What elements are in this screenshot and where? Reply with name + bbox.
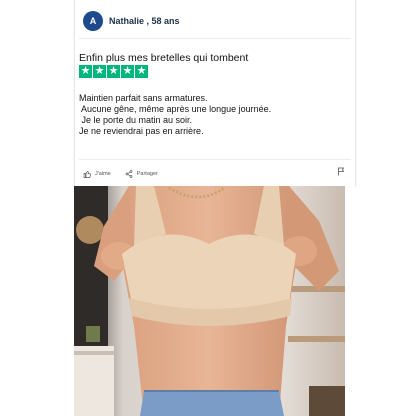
product-photo: [74, 186, 345, 416]
author-name: Nathalie , 58 ans: [109, 16, 180, 26]
review-line: Je le porte du matin au soir.: [79, 115, 193, 125]
review-body: Maintien parfait sans armatures. Aucune …: [79, 93, 349, 137]
review-card: A Nathalie , 58 ans Enfin plus mes brete…: [74, 0, 356, 186]
share-icon: [125, 170, 133, 178]
avatar: A: [83, 11, 103, 31]
star-icon: ★: [79, 65, 92, 78]
star-icon: ★: [121, 65, 134, 78]
review-actions: J'aime Partager: [83, 166, 347, 182]
review-line: Maintien parfait sans armatures.: [79, 93, 208, 103]
star-icon: ★: [107, 65, 120, 78]
like-button[interactable]: J'aime: [83, 170, 111, 178]
review-title: Enfin plus mes bretelles qui tombent: [79, 52, 249, 64]
review-line: Aucune gêne, même après une longue journ…: [79, 104, 272, 114]
review-line: Je ne reviendrai pas en arrière.: [79, 126, 204, 136]
star-icon: ★: [135, 65, 148, 78]
actions-divider: [79, 159, 351, 160]
thumbs-up-icon: [83, 170, 91, 178]
like-label: J'aime: [95, 171, 111, 177]
star-rating: ★ ★ ★ ★ ★: [79, 65, 148, 78]
share-label: Partager: [136, 171, 158, 177]
flag-icon: [338, 167, 345, 176]
photo-illustration: [74, 186, 345, 416]
report-button[interactable]: [337, 167, 345, 178]
share-button[interactable]: Partager: [125, 170, 158, 178]
header-divider: [79, 38, 351, 39]
review-header: A Nathalie , 58 ans: [83, 10, 180, 32]
star-icon: ★: [93, 65, 106, 78]
